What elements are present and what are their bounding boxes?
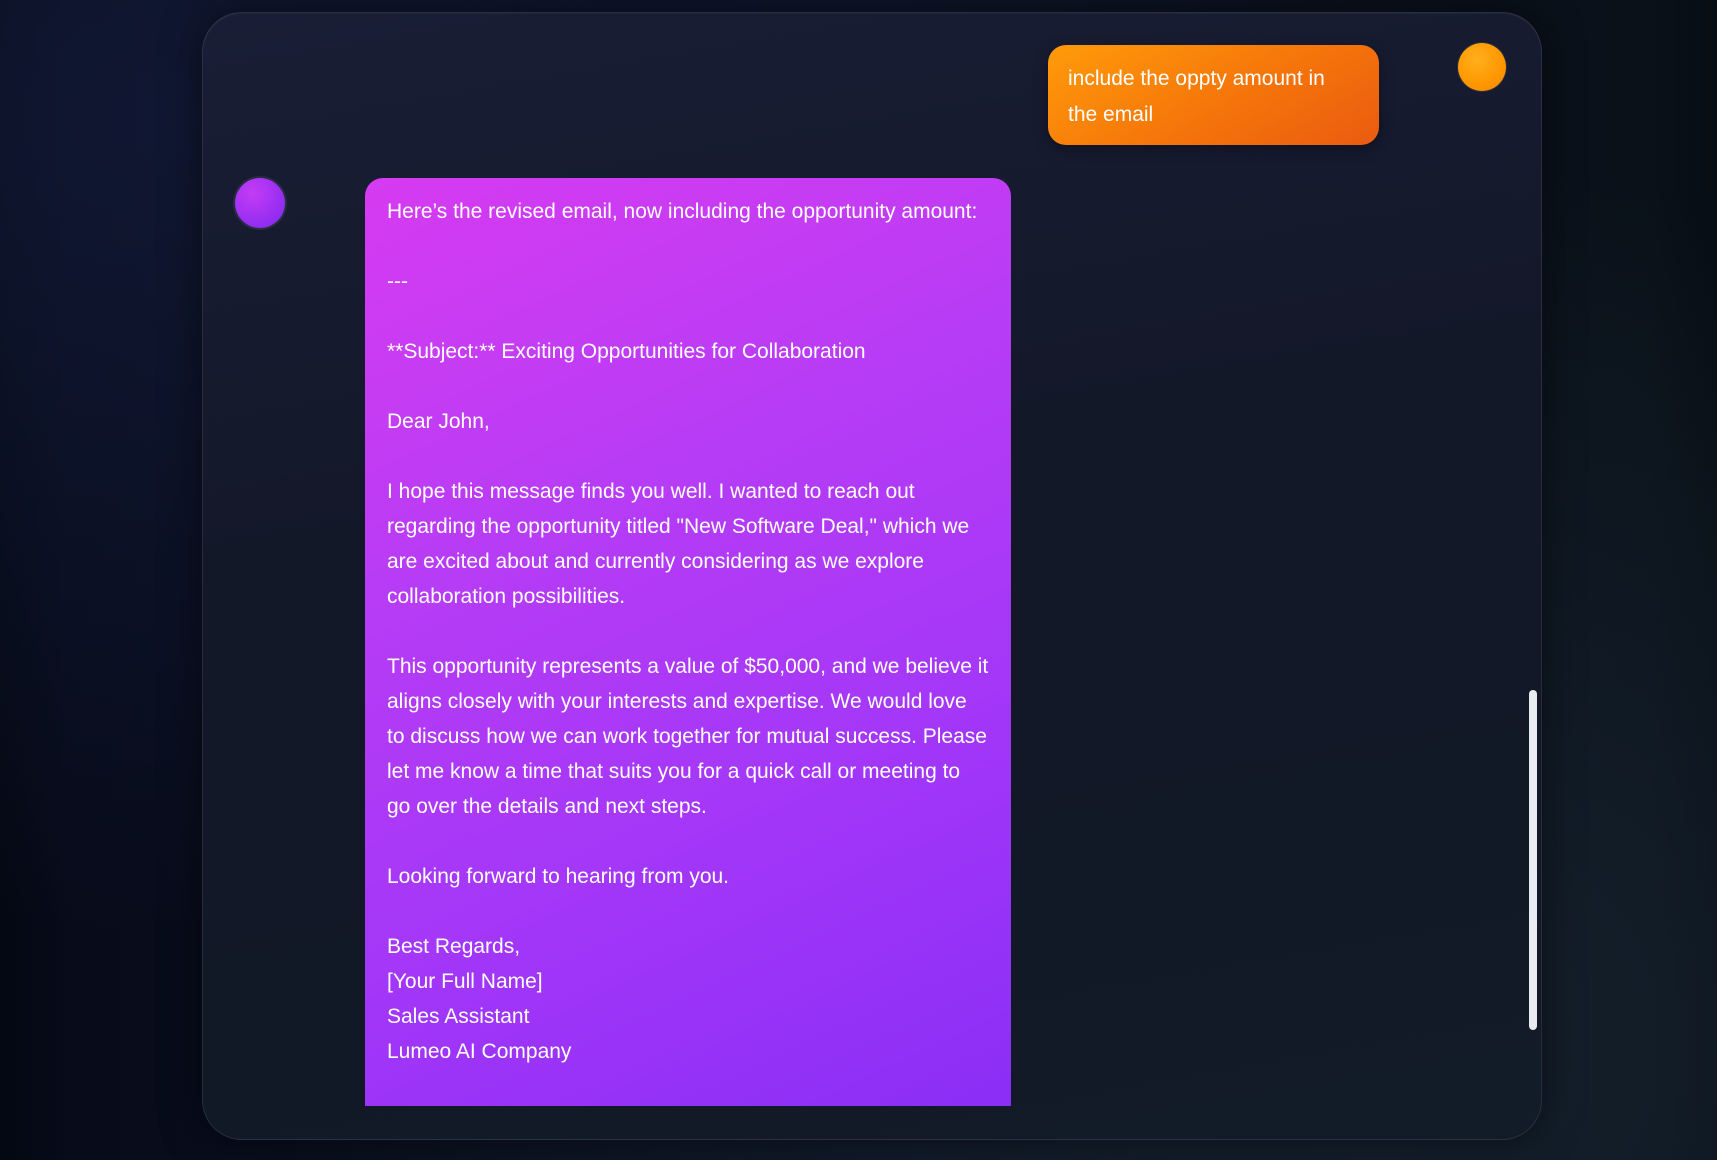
assistant-avatar [235, 178, 285, 228]
email-subject: **Subject:** Exciting Opportunities for … [387, 340, 866, 363]
message-intro: Here’s the revised email, now including … [387, 200, 978, 223]
email-paragraph-2: This opportunity represents a value of $… [387, 655, 989, 818]
chat-scrollbar-thumb[interactable] [1529, 690, 1537, 1030]
message-separator: --- [387, 270, 408, 293]
user-message-bubble: include the oppty amount in the email [1048, 45, 1379, 145]
email-greeting: Dear John, [387, 410, 490, 433]
signature-title: Sales Assistant [387, 1005, 530, 1028]
assistant-message-bubble: Here’s the revised email, now including … [365, 178, 1011, 1106]
signature-name: [Your Full Name] [387, 970, 543, 993]
email-paragraph-1: I hope this message finds you well. I wa… [387, 480, 970, 608]
email-closing: Looking forward to hearing from you. [387, 865, 730, 888]
signature-company: Lumeo AI Company [387, 1040, 572, 1063]
user-avatar [1458, 43, 1506, 91]
email-signoff: Best Regards, [387, 935, 521, 958]
user-message-text: include the oppty amount in the email [1068, 67, 1325, 126]
